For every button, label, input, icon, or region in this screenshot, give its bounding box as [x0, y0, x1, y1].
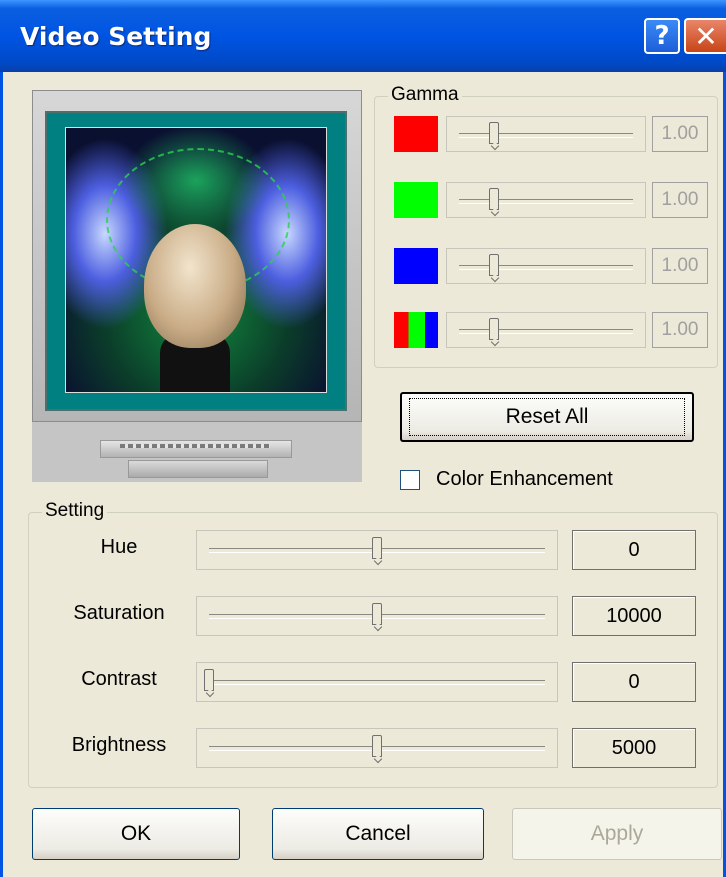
slider-thumb[interactable]	[488, 318, 499, 340]
setting-label: Contrast	[81, 668, 157, 690]
gamma-value-field[interactable]: 1.00	[652, 248, 708, 284]
color-enhancement-label: Color Enhancement	[436, 468, 613, 490]
gamma-color-swatch	[394, 248, 438, 284]
apply-button[interactable]: Apply	[512, 808, 722, 860]
ok-button[interactable]: OK	[32, 808, 240, 860]
setting-label: Hue	[100, 536, 138, 558]
color-enhancement-checkbox[interactable]	[400, 470, 420, 490]
help-button[interactable]: ?	[644, 18, 680, 54]
setting-slider[interactable]	[196, 728, 558, 768]
slider-thumb[interactable]	[372, 735, 382, 757]
cancel-button[interactable]: Cancel	[272, 808, 484, 860]
setting-value-field[interactable]: 10000	[572, 596, 696, 636]
window-title: Video Setting	[20, 22, 212, 51]
slider-track	[459, 199, 633, 204]
slider-track	[209, 680, 545, 685]
gamma-value-field[interactable]: 1.00	[652, 116, 708, 152]
cancel-label: Cancel	[345, 822, 411, 845]
reset-all-label: Reset All	[408, 398, 686, 436]
setting-slider[interactable]	[196, 662, 558, 702]
slider-track	[459, 265, 633, 270]
ok-label: OK	[120, 822, 152, 845]
setting-value-field[interactable]: 0	[572, 662, 696, 702]
gamma-slider[interactable]	[446, 248, 646, 284]
gamma-slider[interactable]	[446, 182, 646, 218]
monitor-screen	[45, 111, 347, 411]
slider-track	[459, 133, 633, 138]
monitor-stand	[100, 440, 292, 458]
slider-track	[459, 329, 633, 334]
slider-thumb[interactable]	[488, 254, 499, 276]
slider-thumb[interactable]	[488, 188, 499, 210]
gamma-color-swatch	[394, 182, 438, 218]
setting-slider[interactable]	[196, 596, 558, 636]
title-bar[interactable]: Video Setting ? ✕	[0, 0, 726, 72]
setting-label: Saturation	[73, 602, 165, 624]
gamma-legend: Gamma	[388, 84, 462, 106]
setting-slider[interactable]	[196, 530, 558, 570]
setting-value-field[interactable]: 0	[572, 530, 696, 570]
slider-thumb[interactable]	[488, 122, 499, 144]
apply-label: Apply	[590, 822, 644, 845]
gamma-color-swatch	[394, 116, 438, 152]
close-icon: ✕	[694, 19, 718, 53]
setting-label: Brightness	[71, 734, 167, 756]
preview-image	[65, 127, 327, 393]
gamma-slider[interactable]	[446, 116, 646, 152]
gamma-value-field[interactable]: 1.00	[652, 182, 708, 218]
monitor-preview	[32, 90, 362, 422]
help-icon: ?	[654, 21, 670, 51]
slider-thumb[interactable]	[372, 537, 382, 559]
gamma-color-swatch	[394, 312, 438, 348]
setting-legend: Setting	[42, 500, 108, 522]
gamma-value-field[interactable]: 1.00	[652, 312, 708, 348]
slider-thumb[interactable]	[372, 603, 382, 625]
monitor-vents	[120, 444, 270, 448]
close-button[interactable]: ✕	[684, 18, 726, 54]
monitor-foot	[128, 460, 268, 478]
reset-all-button[interactable]: Reset All	[400, 392, 694, 442]
window-frame-left	[0, 72, 3, 877]
gamma-slider[interactable]	[446, 312, 646, 348]
slider-thumb[interactable]	[204, 669, 214, 691]
setting-value-field[interactable]: 5000	[572, 728, 696, 768]
preview-figure-head	[144, 224, 246, 348]
